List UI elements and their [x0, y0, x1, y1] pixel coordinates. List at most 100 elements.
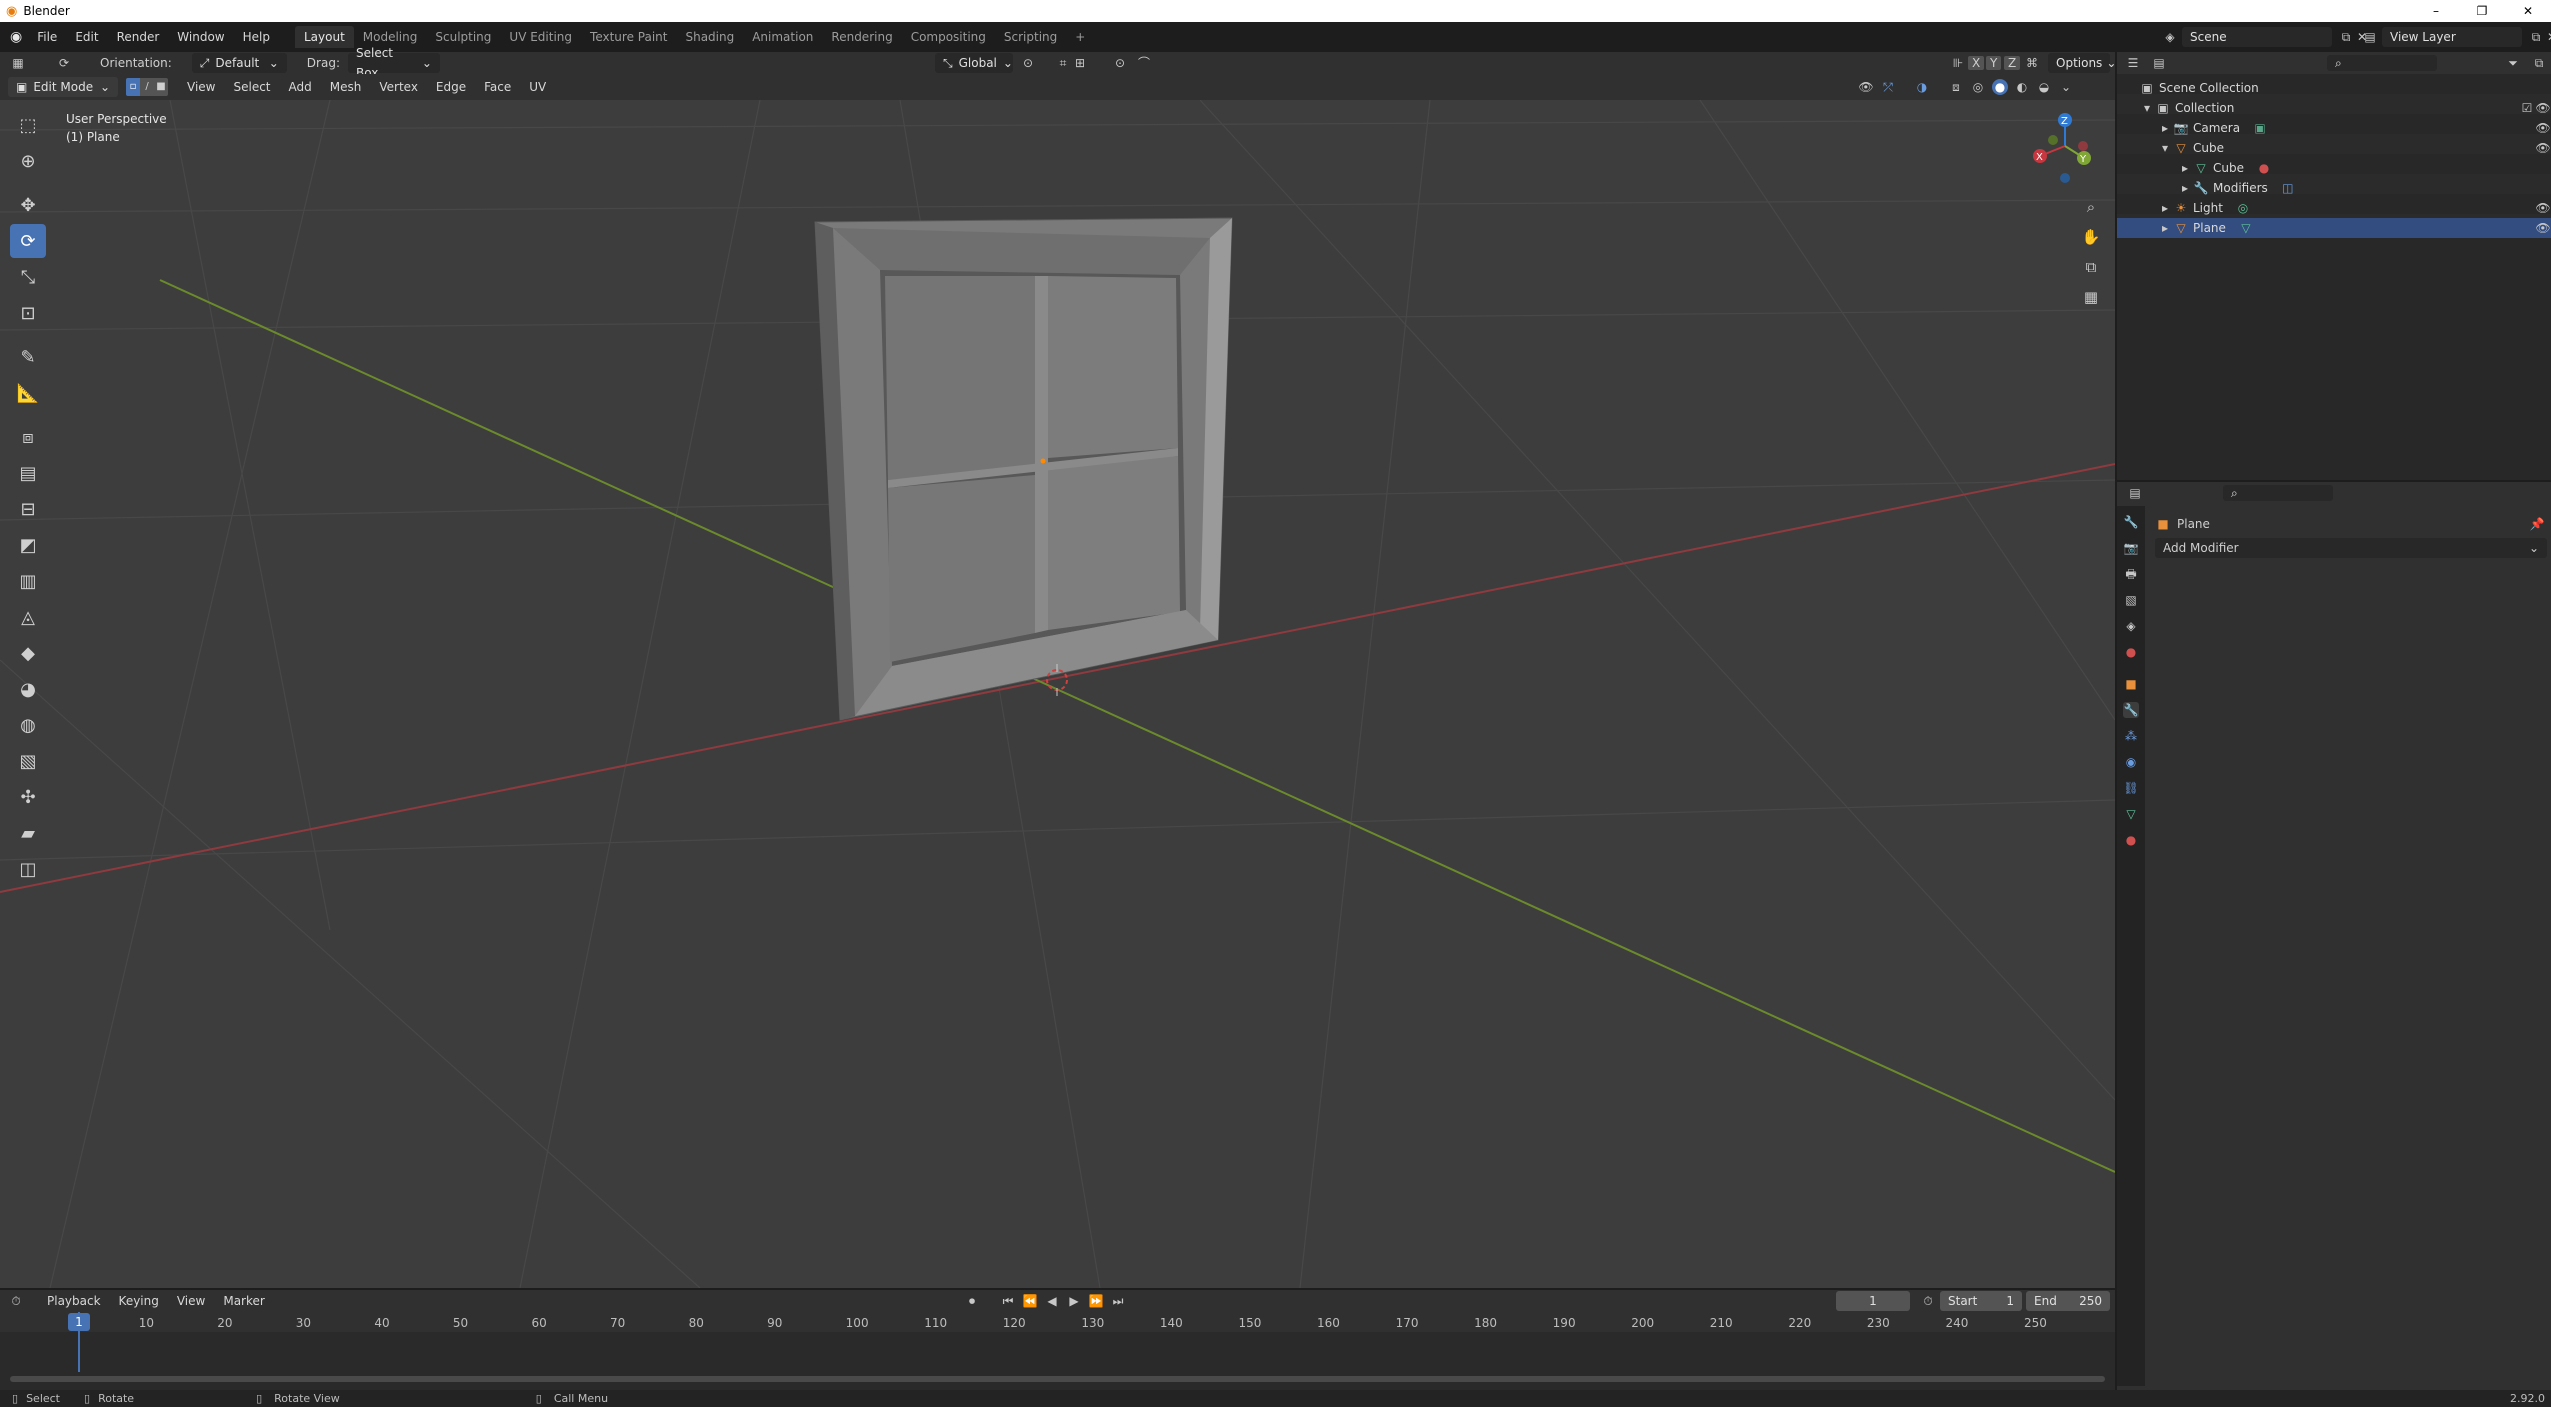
playhead-marker[interactable]: 1 — [68, 1313, 90, 1331]
expand-arrow-icon[interactable]: ▾ — [2157, 140, 2173, 156]
scene-properties-icon[interactable]: ◈ — [2123, 618, 2139, 634]
mirror-x-toggle[interactable]: X — [1968, 56, 1985, 70]
view-layer-properties-icon[interactable]: ▧ — [2123, 592, 2139, 608]
jump-end-icon[interactable]: ⏭ — [1110, 1293, 1126, 1309]
spin-tool-icon[interactable]: ◕ — [10, 672, 46, 706]
proportional-falloff-icon[interactable]: ⌒ — [1136, 55, 1152, 71]
viewport-menu-edge[interactable]: Edge — [427, 74, 475, 100]
timeline-menu-marker[interactable]: Marker — [214, 1290, 273, 1312]
mirror-icon[interactable]: ⊪ — [1950, 55, 1966, 71]
properties-editor-icon[interactable]: ▤ — [2127, 485, 2143, 501]
next-keyframe-icon[interactable]: ⏩ — [1088, 1293, 1104, 1309]
delete-view-layer-icon[interactable]: ✕ — [2544, 29, 2551, 45]
proportional-edit-icon[interactable]: ⊙ — [1112, 55, 1128, 71]
shading-solid-icon[interactable]: ● — [1992, 79, 2008, 95]
physics-properties-icon[interactable]: ◉ — [2123, 754, 2139, 770]
outliner-row-plane[interactable]: ▸ ▽ Plane ▽ 👁 — [2117, 218, 2551, 238]
extrude-tool-icon[interactable]: ▤ — [10, 456, 46, 490]
eye-icon[interactable]: 👁 — [2535, 100, 2551, 116]
expand-arrow-icon[interactable]: ▾ — [2139, 100, 2155, 116]
viewport-menu-mesh[interactable]: Mesh — [321, 74, 371, 100]
select-box-tool-icon[interactable]: ⬚ — [10, 108, 46, 142]
add-workspace-button[interactable]: + — [1066, 26, 1094, 48]
outliner-row-modifiers[interactable]: ▸ 🔧 Modifiers ◫ — [2117, 178, 2551, 198]
modifier-properties-icon[interactable]: 🔧 — [2123, 702, 2139, 718]
timeline-ruler[interactable]: 10 20 30 40 50 60 70 80 90 100 110 120 130 140 150 160 1… — [0, 1312, 2115, 1390]
outliner-row-scene-collection[interactable]: ▣ Scene Collection — [2117, 78, 2551, 98]
checkbox-icon[interactable]: ☑ — [2519, 100, 2535, 116]
orientation-dropdown[interactable]: ⤢ Default ⌄ — [191, 53, 287, 73]
tab-rendering[interactable]: Rendering — [822, 26, 901, 48]
add-cube-tool-icon[interactable]: ⧈ — [10, 420, 46, 454]
snap-toggle-icon[interactable]: ⌗ — [1055, 55, 1071, 71]
new-view-layer-icon[interactable]: ⧉ — [2528, 29, 2544, 45]
play-icon[interactable]: ▶ — [1066, 1293, 1082, 1309]
end-frame-field[interactable]: End 250 — [2026, 1291, 2110, 1311]
measure-tool-icon[interactable]: 📐 — [10, 376, 46, 410]
expand-arrow-icon[interactable]: ▸ — [2157, 120, 2173, 136]
rip-region-tool-icon[interactable]: ◫ — [10, 852, 46, 886]
filter-icon[interactable]: ⏷ — [2505, 55, 2521, 71]
tab-layout[interactable]: Layout — [294, 26, 354, 48]
edge-slide-tool-icon[interactable]: ▧ — [10, 744, 46, 778]
object-properties-icon[interactable]: ■ — [2123, 676, 2139, 692]
shading-rendered-icon[interactable]: ◒ — [2036, 79, 2052, 95]
expand-arrow-icon[interactable]: ▸ — [2177, 180, 2193, 196]
pan-hand-icon[interactable]: ✋ — [2078, 224, 2104, 250]
zoom-icon[interactable]: ⌕ — [2078, 194, 2104, 220]
outliner-search[interactable]: ⌕ — [2327, 55, 2437, 71]
rotate-tool-icon[interactable]: ⟳ — [10, 224, 46, 258]
mirror-z-toggle[interactable]: Z — [2004, 56, 2021, 70]
menu-window[interactable]: Window — [168, 22, 233, 52]
prev-keyframe-icon[interactable]: ⏪ — [1022, 1293, 1038, 1309]
viewport-menu-face[interactable]: Face — [475, 74, 520, 100]
viewport-menu-vertex[interactable]: Vertex — [370, 74, 427, 100]
tool-properties-icon[interactable]: 🔧 — [2123, 514, 2139, 530]
viewport-menu-add[interactable]: Add — [280, 74, 321, 100]
snap-target-icon[interactable]: ⊞ — [1072, 55, 1088, 71]
material-properties-icon[interactable]: ● — [2123, 832, 2139, 848]
knife-tool-icon[interactable]: ◬ — [10, 600, 46, 634]
viewport-menu-uv[interactable]: UV — [520, 74, 555, 100]
tab-shading[interactable]: Shading — [676, 26, 743, 48]
mirror-y-toggle[interactable]: Y — [1986, 56, 2002, 70]
expand-arrow-icon[interactable]: ▸ — [2157, 220, 2173, 236]
particles-properties-icon[interactable]: ⁂ — [2123, 728, 2139, 744]
inset-faces-tool-icon[interactable]: ⊟ — [10, 492, 46, 526]
blender-menu-icon[interactable]: ◉ — [10, 29, 22, 45]
outliner-editor-icon[interactable]: ☰ — [2125, 55, 2141, 71]
outliner-row-cube-mesh[interactable]: ▸ ▽ Cube ● — [2117, 158, 2551, 178]
outliner-row-collection[interactable]: ▾ ▣ Collection ☑ 👁 — [2117, 98, 2551, 118]
view-layer-icon[interactable]: ▤ — [2362, 29, 2378, 45]
shear-tool-icon[interactable]: ▰ — [10, 816, 46, 850]
editor-type-icon[interactable]: ▦ — [10, 55, 26, 71]
timeline-menu-view[interactable]: View — [168, 1290, 214, 1312]
data-properties-icon[interactable]: ▽ — [2123, 806, 2139, 822]
scene-icon[interactable]: ◈ — [2162, 29, 2178, 45]
menu-file[interactable]: File — [28, 22, 66, 52]
camera-view-icon[interactable]: ⧉ — [2078, 254, 2104, 280]
outliner-row-cube[interactable]: ▾ ▽ Cube 👁 — [2117, 138, 2551, 158]
eye-icon[interactable]: 👁 — [2535, 200, 2551, 216]
eye-icon[interactable]: 👁 — [2535, 220, 2551, 236]
display-mode-icon[interactable]: ▤ — [2151, 55, 2167, 71]
new-scene-icon[interactable]: ⧉ — [2338, 29, 2354, 45]
add-modifier-dropdown[interactable]: Add Modifier ⌄ — [2155, 538, 2547, 558]
annotate-tool-icon[interactable]: ✎ — [10, 340, 46, 374]
expand-arrow-icon[interactable]: ▸ — [2177, 160, 2193, 176]
bevel-tool-icon[interactable]: ◩ — [10, 528, 46, 562]
move-tool-icon[interactable]: ✥ — [10, 188, 46, 222]
tab-scripting[interactable]: Scripting — [995, 26, 1066, 48]
ortho-grid-icon[interactable]: ▦ — [2078, 284, 2104, 310]
output-properties-icon[interactable]: 🖶 — [2123, 566, 2139, 582]
world-properties-icon[interactable]: ● — [2123, 644, 2139, 660]
play-reverse-icon[interactable]: ◀ — [1044, 1293, 1060, 1309]
current-frame-field[interactable]: 1 — [1836, 1291, 1910, 1311]
active-tool-rotate-icon[interactable]: ⟳ — [56, 55, 72, 71]
tab-sculpting[interactable]: Sculpting — [426, 26, 500, 48]
select-mode-edge-icon[interactable]: / — [140, 78, 154, 96]
overlay-toggle-icon[interactable]: ◑ — [1914, 79, 1930, 95]
chevron-down-icon[interactable]: ⌄ — [2058, 79, 2074, 95]
viewport-menu-view[interactable]: View — [178, 74, 224, 100]
timeline-editor-icon[interactable]: ⏱ — [8, 1293, 24, 1309]
